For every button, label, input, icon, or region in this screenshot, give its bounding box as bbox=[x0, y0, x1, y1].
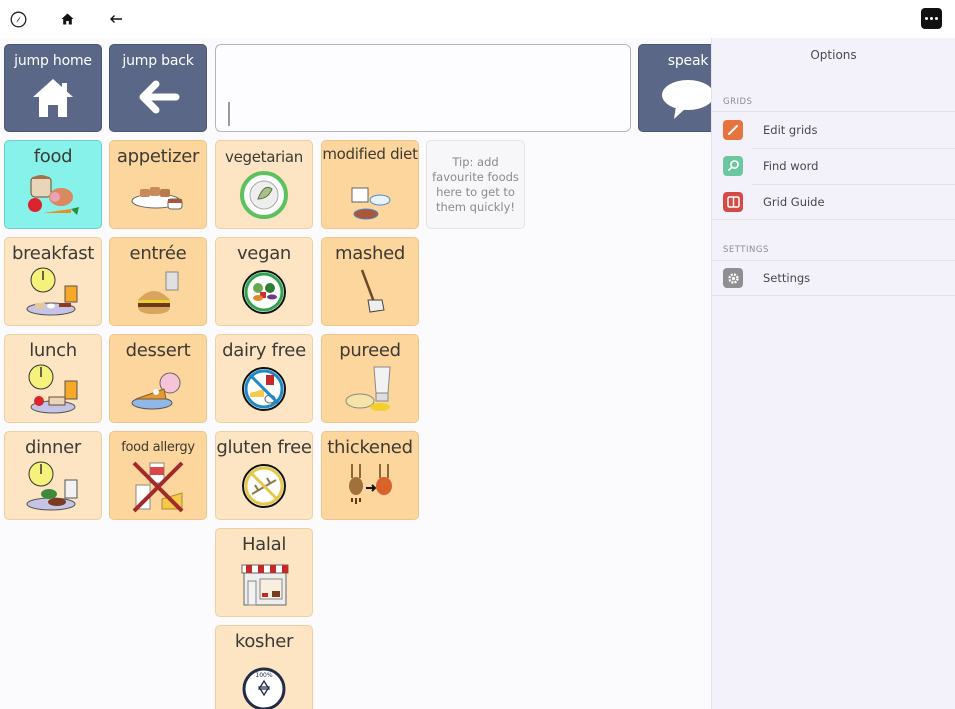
section-header-grids: GRIDS bbox=[723, 97, 753, 107]
appetizer-icon bbox=[131, 187, 183, 210]
tile-label: mashed bbox=[334, 243, 406, 264]
jump-home-button[interactable]: jump home bbox=[4, 44, 102, 132]
food-allergy-icon bbox=[132, 461, 184, 513]
book-icon bbox=[723, 191, 743, 212]
vegetarian-icon bbox=[240, 171, 288, 219]
tile-label: modified diet bbox=[322, 145, 418, 163]
gluten-free-icon bbox=[242, 464, 286, 508]
tile-thickened[interactable]: thickened bbox=[321, 431, 419, 520]
jump-home-label: jump home bbox=[14, 53, 92, 69]
tile-dinner[interactable]: dinner bbox=[4, 431, 102, 520]
tile-food-allergy[interactable]: food allergy bbox=[109, 431, 207, 520]
tile-appetizer[interactable]: appetizer bbox=[109, 140, 207, 229]
tile-breakfast[interactable]: breakfast bbox=[4, 237, 102, 326]
tile-label: vegan bbox=[236, 243, 292, 264]
dairy-free-icon bbox=[242, 367, 286, 411]
home-icon[interactable] bbox=[57, 9, 77, 29]
tile-label: lunch bbox=[29, 340, 77, 361]
tile-pureed[interactable]: pureed bbox=[321, 334, 419, 423]
tile-gluten-free[interactable]: gluten free bbox=[215, 431, 313, 520]
favourites-tip: Tip: add favourite foods here to get to … bbox=[426, 140, 525, 229]
tile-label: gluten free bbox=[216, 437, 312, 458]
entree-icon bbox=[138, 271, 179, 314]
tile-dessert[interactable]: dessert bbox=[109, 334, 207, 423]
thickened-icon bbox=[349, 464, 392, 504]
tile-label: food bbox=[33, 146, 73, 167]
text-caret bbox=[228, 102, 230, 126]
jump-back-button[interactable]: jump back bbox=[109, 44, 207, 132]
tile-label: pureed bbox=[339, 340, 401, 361]
top-bar bbox=[0, 0, 955, 38]
menu-item-label: Edit grids bbox=[763, 122, 818, 137]
tile-label: vegetarian bbox=[225, 148, 303, 166]
lunch-icon bbox=[28, 364, 78, 414]
tile-label: kosher bbox=[234, 631, 294, 652]
tile-food[interactable]: food bbox=[4, 140, 102, 229]
house-icon bbox=[33, 79, 73, 117]
gear-icon bbox=[723, 268, 743, 288]
menu-item-grid-guide[interactable]: Grid Guide bbox=[712, 183, 955, 219]
tile-label: dairy free bbox=[222, 340, 306, 361]
tile-modified-diet[interactable]: modified diet bbox=[321, 140, 419, 229]
masher-icon bbox=[360, 269, 385, 313]
options-panel: Options GRIDS Edit grids Find word Grid … bbox=[711, 38, 955, 709]
menu-item-settings[interactable]: Settings bbox=[712, 260, 955, 296]
tile-lunch[interactable]: lunch bbox=[4, 334, 102, 423]
dessert-icon bbox=[131, 372, 181, 410]
menu-item-edit-grids[interactable]: Edit grids bbox=[712, 111, 955, 147]
magnifier-icon bbox=[723, 155, 743, 176]
menu-item-label: Find word bbox=[763, 158, 819, 173]
back-arrow-icon[interactable] bbox=[106, 9, 126, 29]
tile-mashed[interactable]: mashed bbox=[321, 237, 419, 326]
section-header-settings: SETTINGS bbox=[723, 245, 769, 255]
options-title: Options bbox=[810, 48, 857, 62]
tile-label: food allergy bbox=[121, 440, 195, 455]
tile-label: appetizer bbox=[116, 146, 200, 167]
compass-icon[interactable] bbox=[8, 9, 28, 29]
dinner-icon bbox=[26, 461, 78, 511]
food-icon bbox=[28, 175, 79, 215]
pencil-icon bbox=[723, 119, 743, 140]
tile-halal[interactable]: Halal bbox=[215, 528, 313, 617]
tile-label: dinner bbox=[25, 437, 81, 458]
halal-shop-icon bbox=[241, 564, 289, 606]
tile-label: breakfast bbox=[11, 243, 95, 264]
tile-label: thickened bbox=[327, 437, 413, 458]
tile-label: entrée bbox=[129, 243, 187, 264]
tile-vegan[interactable]: vegan bbox=[215, 237, 313, 326]
left-arrow-icon bbox=[139, 80, 180, 114]
more-icon[interactable] bbox=[921, 8, 942, 29]
tile-label: Halal bbox=[241, 534, 287, 555]
tile-kosher[interactable]: kosher 100% bbox=[215, 625, 313, 709]
section-divider bbox=[712, 219, 955, 220]
svg-text:100%: 100% bbox=[255, 672, 272, 679]
speech-bubble-icon bbox=[662, 80, 714, 119]
vegan-icon bbox=[242, 270, 286, 314]
tile-label: dessert bbox=[125, 340, 191, 361]
jump-back-label: jump back bbox=[122, 53, 194, 69]
tile-entree[interactable]: entrée bbox=[109, 237, 207, 326]
menu-item-find-word[interactable]: Find word bbox=[712, 147, 955, 183]
tile-dairy-free[interactable]: dairy free bbox=[215, 334, 313, 423]
tile-vegetarian[interactable]: vegetarian bbox=[215, 140, 313, 229]
kosher-icon: 100% bbox=[242, 667, 286, 709]
modified-diet-icon bbox=[351, 187, 391, 220]
menu-item-label: Grid Guide bbox=[763, 194, 825, 209]
menu-item-label: Settings bbox=[763, 271, 811, 285]
message-bar[interactable] bbox=[215, 44, 631, 132]
blender-icon bbox=[345, 366, 391, 411]
breakfast-icon bbox=[26, 267, 78, 316]
